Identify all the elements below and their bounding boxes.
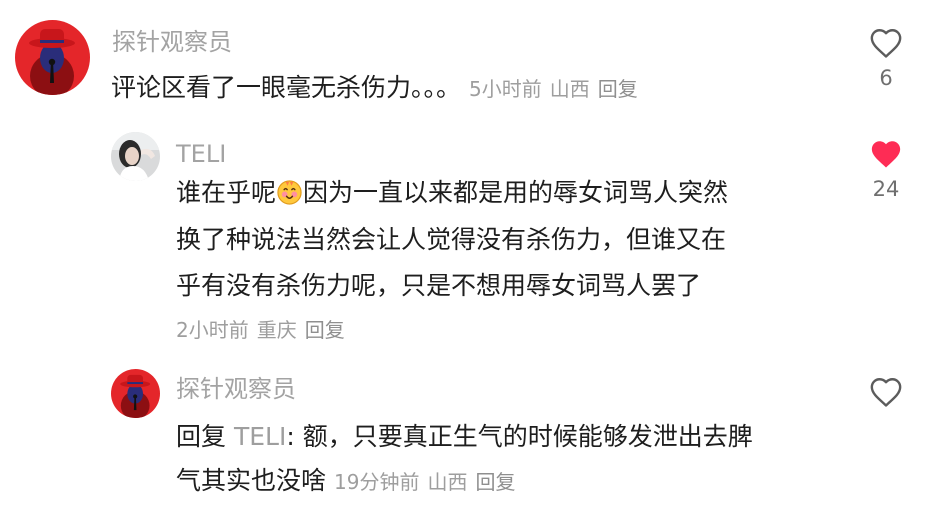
- comment-body: 因为一直以来都是用的辱女词骂人突然: [303, 178, 729, 207]
- comment-text: 乎有没有杀伤力呢，只是不想用辱女词骂人罢了: [176, 271, 702, 300]
- comment-text: 回复 TELI: 额，只要真正生气的时候能够发泄出去脾: [176, 418, 753, 455]
- comment-meta: 2小时前 重庆 回复: [176, 317, 345, 343]
- comment-time: 2小时前: [176, 318, 249, 342]
- like-count: 6: [879, 66, 893, 90]
- comment-body: : 额，只要真正生气的时候能够发泄出去脾: [286, 422, 753, 451]
- comment-username[interactable]: TELI: [176, 140, 226, 168]
- reply-button[interactable]: 回复: [598, 77, 638, 101]
- like-button[interactable]: 6: [856, 27, 916, 91]
- reply-to-username[interactable]: TELI: [234, 422, 286, 451]
- comment-body: 评论区看了一眼毫无杀伤力。。。: [111, 73, 462, 102]
- comment-text: 气其实也没啥 19分钟前 山西 回复: [176, 462, 515, 501]
- comment-body: 谁在乎呢: [176, 178, 277, 207]
- comment-location: 重庆: [256, 318, 297, 342]
- heart-outline-icon: [870, 378, 902, 407]
- like-button[interactable]: [856, 376, 916, 408]
- like-button[interactable]: 24: [856, 138, 916, 202]
- heart-outline-icon: [870, 29, 902, 58]
- reply-button[interactable]: 回复: [475, 470, 515, 494]
- reply-button[interactable]: 回复: [305, 318, 345, 342]
- comment-location: 山西: [549, 77, 590, 101]
- reply-prefix: 回复: [176, 422, 227, 451]
- comment-location: 山西: [427, 470, 468, 494]
- avatar[interactable]: [111, 369, 160, 418]
- comment-time: 5小时前: [469, 77, 542, 101]
- like-count: 24: [872, 177, 900, 201]
- heart-filled-icon: [871, 141, 901, 168]
- smiling-face-emoji: [277, 180, 302, 205]
- comment-text: 谁在乎呢 因为一直以来都是用的辱女词骂人突然: [176, 174, 728, 211]
- comment-username[interactable]: 探针观察员: [112, 28, 232, 56]
- comment-text: 换了种说法当然会让人觉得没有杀伤力，但谁又在: [176, 225, 727, 254]
- comment-time: 19分钟前: [334, 470, 420, 494]
- avatar[interactable]: [15, 20, 90, 95]
- avatar[interactable]: [111, 132, 160, 181]
- comment-body: 气其实也没啥: [176, 466, 327, 495]
- comment-username[interactable]: 探针观察员: [176, 375, 296, 403]
- comment-text: 评论区看了一眼毫无杀伤力。。。 5小时前 山西 回复: [111, 69, 638, 108]
